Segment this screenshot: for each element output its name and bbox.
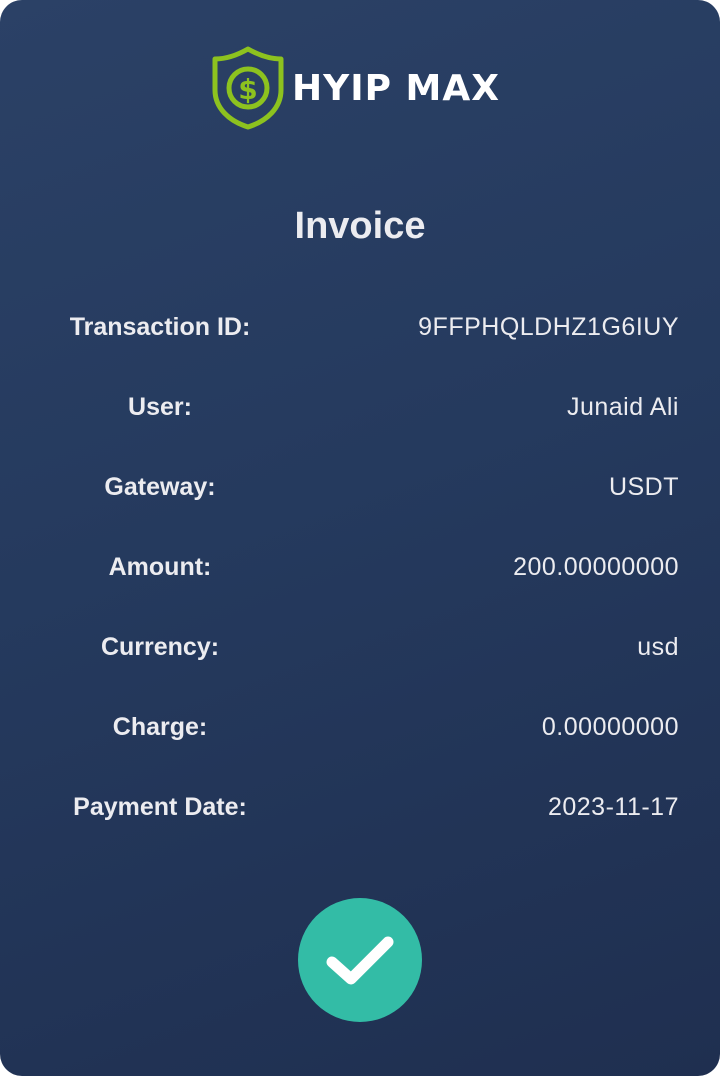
invoice-row-gateway: Gateway: USDT xyxy=(0,467,720,507)
invoice-row-payment-date: Payment Date: 2023-11-17 xyxy=(0,787,720,827)
invoice-row-amount: Amount: 200.00000000 xyxy=(0,547,720,587)
invoice-row-user: User: Junaid Ali xyxy=(0,387,720,427)
row-label: Gateway: xyxy=(104,473,216,501)
shield-dollar-icon: $ xyxy=(212,46,284,130)
svg-text:$: $ xyxy=(238,73,257,106)
row-value: 2023-11-17 xyxy=(547,793,679,821)
row-value: USDT xyxy=(608,473,679,501)
row-value: 9FFPHQLDHZ1G6IUY xyxy=(418,313,679,341)
row-label: User: xyxy=(128,393,192,421)
row-value: Junaid Ali xyxy=(566,393,679,421)
row-label: Payment Date: xyxy=(73,793,247,821)
brand-name: HYIP MAX xyxy=(292,67,500,109)
invoice-row-currency: Currency: usd xyxy=(0,627,720,667)
row-value: 200.00000000 xyxy=(513,553,679,581)
row-label: Charge: xyxy=(112,713,208,741)
invoice-card: $ HYIP MAX Invoice Transaction ID: 9FFPH… xyxy=(0,0,720,1076)
check-icon xyxy=(326,936,394,985)
row-value: 0.00000000 xyxy=(541,713,679,741)
payment-success-button[interactable] xyxy=(298,898,422,1022)
row-label: Amount: xyxy=(108,553,212,581)
page-title: Invoice xyxy=(294,205,426,247)
row-value: usd xyxy=(637,633,679,661)
brand-logo: $ HYIP MAX xyxy=(210,46,500,130)
row-label: Transaction ID: xyxy=(69,313,251,341)
row-label: Currency: xyxy=(100,633,220,661)
invoice-row-charge: Charge: 0.00000000 xyxy=(0,707,720,747)
invoice-row-transaction-id: Transaction ID: 9FFPHQLDHZ1G6IUY xyxy=(0,307,720,347)
